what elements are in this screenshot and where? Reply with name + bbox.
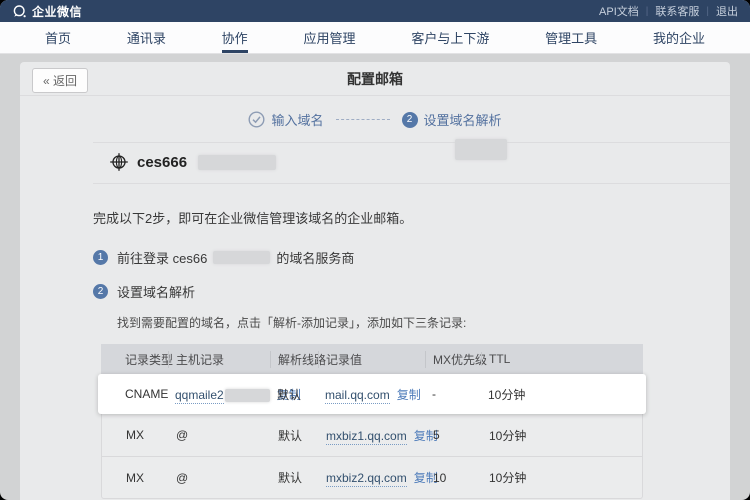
cell-host: @: [169, 471, 271, 485]
domain-name: ces666: [137, 154, 187, 171]
table-hint: 找到需要配置的域名，点击「解析-添加记录」，添加如下三条记录:: [117, 314, 730, 331]
record-value: mail.qq.com: [325, 388, 390, 404]
nav-item-collaboration[interactable]: 协作: [222, 22, 248, 53]
step2-number-badge: 2: [402, 112, 418, 128]
table-row-mx2: MX @ 默认 mxbiz2.qq.com复制 10 10分钟: [102, 456, 642, 498]
instruction-1-text: 前往登录 ces66: [117, 248, 207, 267]
redaction-box: [198, 155, 276, 170]
redaction-box: [213, 251, 270, 264]
instruction-1-text-suffix: 的域名服务商: [276, 248, 354, 267]
cell-ttl: 10分钟: [482, 469, 642, 486]
wecom-logo-icon: [12, 4, 27, 19]
main-nav: 首页 通讯录 协作 应用管理 客户与上下游 管理工具 我的企业: [0, 22, 750, 54]
table-row-mx1: MX @ 默认 mxbiz1.qq.com复制 5 10分钟: [102, 414, 642, 456]
host-value: qqmaile2: [175, 388, 224, 404]
cell-line: 默认: [271, 469, 319, 486]
cell-mx-priority: -: [425, 387, 481, 401]
dns-record-table: 记录类型 主机记录 解析线路 记录值 MX优先级 TTL CNAME qqmai…: [101, 344, 643, 499]
table-row-cname: CNAME qqmaile2复制 默认 mail.qq.com 复制 - 10分钟: [98, 374, 646, 414]
col-header-value: 记录值: [318, 351, 425, 368]
nav-item-customers[interactable]: 客户与上下游: [411, 22, 489, 53]
record-value: mxbiz1.qq.com: [326, 429, 407, 445]
panel-header: « 返回 配置邮箱: [20, 62, 730, 96]
cell-value: mxbiz1.qq.com复制: [319, 427, 426, 444]
col-header-mx-priority: MX优先级: [425, 351, 481, 368]
cell-host: @: [169, 428, 271, 442]
topbar: 企业微信 API文档 | 联系客服 | 退出: [0, 0, 750, 22]
record-value: mxbiz2.qq.com: [326, 471, 407, 487]
cell-mx-priority: 10: [426, 471, 482, 485]
page-title: 配置邮箱: [20, 62, 730, 96]
domain-row: ces666: [93, 142, 730, 184]
cell-ttl: 10分钟: [481, 386, 646, 403]
app-window: 企业微信 API文档 | 联系客服 | 退出 首页 通讯录 协作 应用管理 客户…: [0, 0, 750, 500]
redaction-box: [455, 139, 507, 160]
table-header-row: 记录类型 主机记录 解析线路 记录值 MX优先级 TTL: [101, 344, 643, 374]
content-area: « 返回 配置邮箱 输入域名 2 设置域名解析: [0, 54, 750, 500]
cell-ttl: 10分钟: [482, 427, 642, 444]
cell-value: mxbiz2.qq.com复制: [319, 469, 426, 486]
topbar-separator: |: [706, 6, 709, 17]
instruction-1-badge: 1: [93, 250, 108, 265]
cell-host: qqmaile2复制: [168, 386, 270, 403]
cell-record-type: CNAME: [125, 387, 168, 401]
panel-body: 输入域名 2 设置域名解析 ces666: [20, 110, 730, 500]
step2-label: 设置域名解析: [424, 110, 502, 129]
back-button[interactable]: « 返回: [32, 68, 88, 93]
instruction-2-badge: 2: [93, 284, 108, 299]
nav-item-home[interactable]: 首页: [45, 22, 71, 53]
cell-line: 默认: [270, 386, 318, 403]
nav-item-contacts[interactable]: 通讯录: [127, 22, 166, 53]
step1-label: 输入域名: [271, 110, 323, 129]
brand-label: 企业微信: [32, 3, 82, 20]
step-indicator: 输入域名 2 设置域名解析: [20, 110, 730, 129]
col-header-ttl: TTL: [481, 352, 643, 366]
redaction-box: [225, 389, 270, 402]
cell-record-type: MX: [126, 428, 169, 442]
logout-link[interactable]: 退出: [716, 3, 738, 19]
cell-value: mail.qq.com 复制: [318, 386, 425, 403]
cell-line: 默认: [271, 427, 319, 444]
nav-item-admin-tools[interactable]: 管理工具: [545, 22, 597, 53]
globe-icon: [109, 152, 129, 172]
brand[interactable]: 企业微信: [12, 3, 82, 20]
cell-record-type: MX: [126, 471, 169, 485]
table-body: MX @ 默认 mxbiz1.qq.com复制 5 10分钟 MX: [101, 414, 643, 499]
topbar-separator: |: [646, 6, 649, 17]
intro-text: 完成以下2步，即可在企业微信管理该域名的企业邮箱。: [93, 208, 730, 227]
mail-config-panel: « 返回 配置邮箱 输入域名 2 设置域名解析: [20, 62, 730, 500]
col-header-line: 解析线路: [270, 351, 318, 368]
nav-item-my-company[interactable]: 我的企业: [653, 22, 705, 53]
nav-item-app-management[interactable]: 应用管理: [303, 22, 355, 53]
instruction-step-2: 2 设置域名解析: [93, 282, 730, 301]
topbar-links: API文档 | 联系客服 | 退出: [599, 3, 738, 19]
contact-support-link[interactable]: 联系客服: [655, 3, 699, 19]
instruction-2-text: 设置域名解析: [117, 282, 195, 301]
cell-mx-priority: 5: [426, 428, 482, 442]
check-circle-icon: [248, 111, 265, 128]
copy-value-button[interactable]: 复制: [397, 388, 421, 402]
col-header-host: 主机记录: [168, 351, 270, 368]
col-header-record-type: 记录类型: [125, 351, 168, 368]
step-connector: [336, 119, 390, 120]
api-docs-link[interactable]: API文档: [599, 3, 639, 19]
instruction-step-1: 1 前往登录 ces66 的域名服务商: [93, 248, 730, 267]
